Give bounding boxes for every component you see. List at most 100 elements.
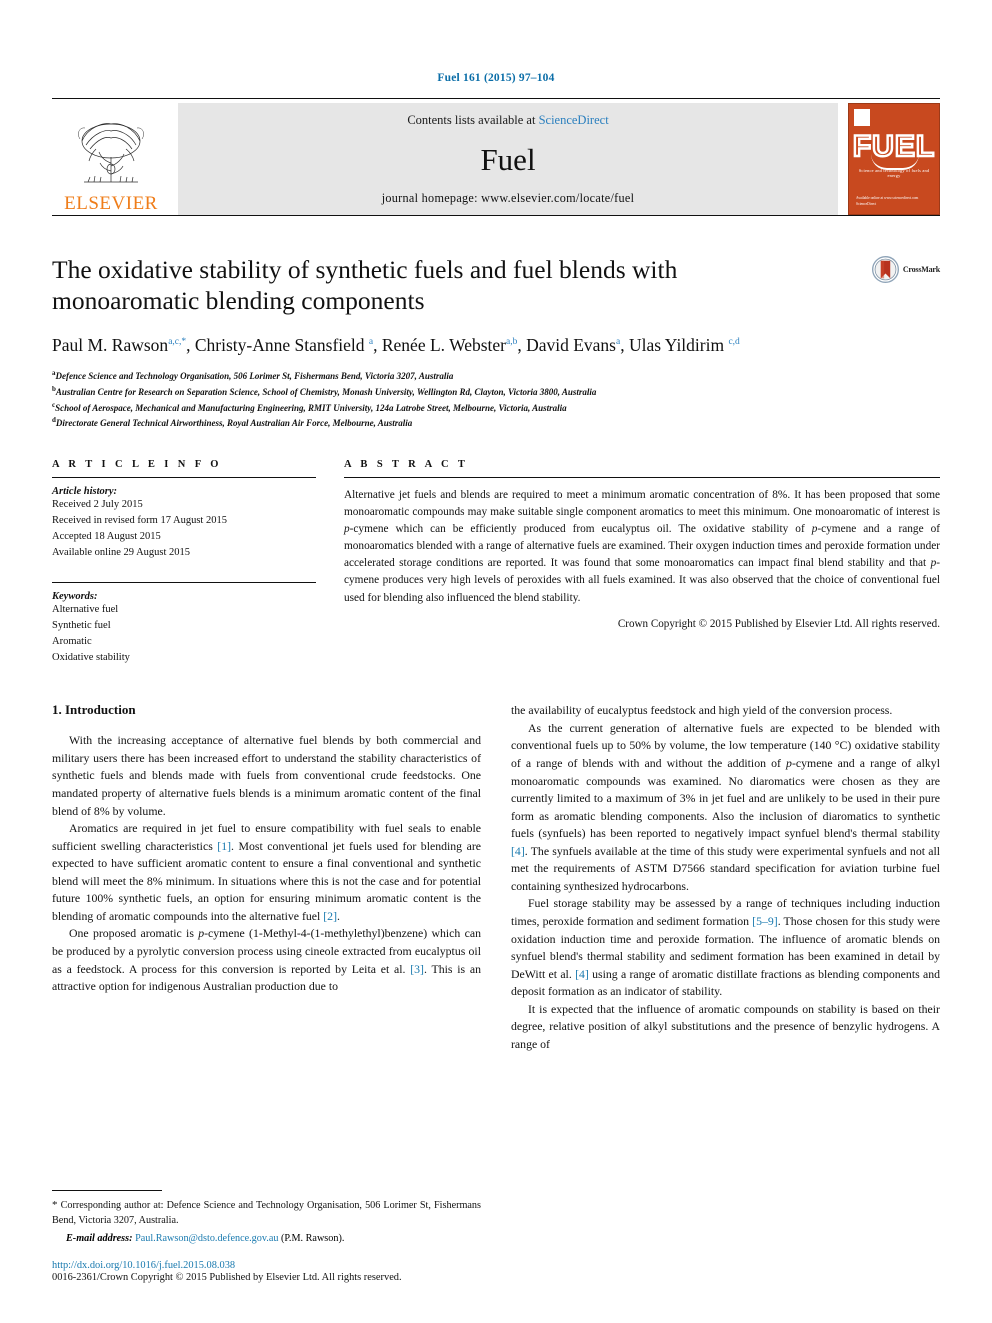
masthead-top-rule bbox=[52, 98, 940, 99]
paragraph-right-2: As the current generation of alternative… bbox=[511, 720, 940, 896]
affiliation-text: Defence Science and Technology Organisat… bbox=[55, 371, 454, 382]
contents-prefix: Contents lists available at bbox=[407, 113, 539, 127]
citation-ref-4b[interactable]: [4] bbox=[575, 967, 589, 981]
masthead-bottom-rule bbox=[52, 215, 940, 216]
citation-ref-4[interactable]: [4] bbox=[511, 844, 525, 858]
paragraph-right-4: It is expected that the influence of aro… bbox=[511, 1001, 940, 1051]
keywords-block: Keywords: Alternative fuel Synthetic fue… bbox=[52, 582, 316, 666]
title-block: The oxidative stability of synthetic fue… bbox=[52, 254, 940, 431]
article-page: Fuel 161 (2015) 97–104 ELSEVIER Contents… bbox=[0, 0, 992, 1323]
citation-ref-2[interactable]: [2] bbox=[323, 909, 337, 923]
history-received: Received 2 July 2015 bbox=[52, 498, 143, 510]
journal-title: Fuel bbox=[480, 142, 536, 177]
body-left-column: 1. Introduction With the increasing acce… bbox=[52, 702, 481, 1053]
doi-block: http://dx.doi.org/10.1016/j.fuel.2015.08… bbox=[52, 1260, 481, 1283]
history-online: Available online 29 August 2015 bbox=[52, 546, 191, 558]
author-affil-mark: a bbox=[368, 336, 374, 347]
cover-bottom-text: Available online at www.sciencedirect.co… bbox=[856, 196, 919, 206]
citation-ref-1[interactable]: [1] bbox=[217, 839, 231, 853]
cover-subtitle: Science and technology of fuels and ener… bbox=[858, 168, 930, 178]
elsevier-tree-icon bbox=[78, 123, 144, 183]
elsevier-logo: ELSEVIER bbox=[52, 103, 170, 215]
author-0: Paul M. Rawsona,c,* bbox=[52, 335, 186, 355]
affiliation-text: Directorate General Technical Airworthin… bbox=[55, 418, 413, 429]
author-name: Christy-Anne Stansfield bbox=[194, 334, 365, 355]
keyword-1: Synthetic fuel bbox=[52, 620, 111, 632]
affiliation-c: cSchool of Aerospace, Mechanical and Man… bbox=[52, 400, 940, 416]
history-accepted: Accepted 18 August 2015 bbox=[52, 530, 161, 542]
paragraph-right-1: the availability of eucalyptus feedstock… bbox=[511, 703, 893, 718]
running-head: Fuel 161 (2015) 97–104 bbox=[437, 72, 555, 84]
email-label: E-mail address: bbox=[66, 1233, 133, 1244]
page-title: The oxidative stability of synthetic fue… bbox=[52, 255, 678, 316]
author-list: Paul M. Rawsona,c,*, Christy-Anne Stansf… bbox=[52, 334, 740, 355]
article-info-heading: A R T I C L E I N F O bbox=[52, 458, 222, 470]
abstract-part-1: Alternative jet fuels and blends are req… bbox=[344, 488, 940, 518]
abstract-copyright: Crown Copyright © 2015 Published by Else… bbox=[617, 617, 940, 630]
issn-copyright-line: 0016-2361/Crown Copyright © 2015 Publish… bbox=[52, 1272, 402, 1283]
paragraph-left-3: One proposed aromatic is p-cymene (1-Met… bbox=[52, 925, 481, 995]
corresponding-author-text: Corresponding author at: Defence Science… bbox=[52, 1200, 481, 1227]
body-right-column: the availability of eucalyptus feedstock… bbox=[511, 702, 940, 1053]
citation-ref-3[interactable]: [3] bbox=[410, 962, 424, 976]
body-columns: 1. Introduction With the increasing acce… bbox=[52, 702, 940, 1053]
footnote-rule bbox=[52, 1190, 162, 1192]
article-info-rule bbox=[52, 476, 316, 478]
author-name: Paul M. Rawson bbox=[52, 334, 169, 355]
journal-cover-thumbnail: FUEL Science and technology of fuels and… bbox=[848, 103, 940, 215]
journal-homepage-link[interactable]: journal homepage: www.elsevier.com/locat… bbox=[382, 191, 635, 206]
author-3: David Evansa bbox=[526, 335, 620, 355]
affiliation-text: School of Aerospace, Mechanical and Manu… bbox=[55, 402, 567, 413]
masthead-center: Contents lists available at ScienceDirec… bbox=[178, 103, 838, 215]
page-footer: * Corresponding author at: Defence Scien… bbox=[52, 1190, 481, 1283]
elsevier-wordmark: ELSEVIER bbox=[64, 193, 158, 214]
email-note: E-mail address: Paul.Rawson@dsto.defence… bbox=[52, 1233, 481, 1244]
author-affil-mark: a,b bbox=[505, 336, 518, 347]
author-name: David Evans bbox=[526, 334, 616, 355]
affiliation-a: aDefence Science and Technology Organisa… bbox=[52, 368, 940, 384]
article-info-column: A R T I C L E I N F O Article history: R… bbox=[52, 459, 316, 667]
keyword-3: Oxidative stability bbox=[52, 652, 130, 664]
corresponding-author-note: * Corresponding author at: Defence Scien… bbox=[52, 1197, 481, 1229]
email-link[interactable]: Paul.Rawson@dsto.defence.gov.au bbox=[135, 1233, 278, 1244]
author-affil-mark: c,d bbox=[728, 336, 740, 347]
crossmark-icon bbox=[871, 256, 899, 283]
author-affil-mark: a,c,* bbox=[168, 336, 187, 347]
paragraph-right-3: Fuel storage stability may be assessed b… bbox=[511, 895, 940, 1000]
journal-masthead: ELSEVIER Contents lists available at Sci… bbox=[52, 103, 940, 215]
abstract-column: A B S T R A C T Alternative jet fuels an… bbox=[316, 459, 940, 667]
author-name: Ulas Yildirim bbox=[628, 334, 725, 355]
email-owner: (P.M. Rawson). bbox=[281, 1233, 345, 1244]
keywords-rule bbox=[52, 582, 316, 584]
article-history-label: Article history: bbox=[52, 485, 118, 497]
crossmark-badge[interactable]: CrossMark bbox=[871, 256, 940, 283]
author-1: Christy-Anne Stansfield a bbox=[195, 335, 373, 355]
section-heading-introduction: 1. Introduction bbox=[52, 702, 136, 718]
paragraph-text: . bbox=[337, 908, 340, 923]
affiliation-text: Australian Centre for Research on Separa… bbox=[55, 386, 597, 397]
abstract-heading: A B S T R A C T bbox=[344, 458, 469, 470]
abstract-rule bbox=[344, 476, 940, 478]
paragraph-left-1: With the increasing acceptance of altern… bbox=[52, 733, 481, 818]
abstract-part-2: -cymene which can be efficiently produce… bbox=[349, 522, 812, 535]
doi-link[interactable]: http://dx.doi.org/10.1016/j.fuel.2015.08… bbox=[52, 1260, 481, 1271]
keyword-0: Alternative fuel bbox=[52, 604, 119, 616]
sciencedirect-link[interactable]: ScienceDirect bbox=[539, 113, 609, 127]
author-name: Renée L. Webster bbox=[381, 334, 506, 355]
affiliation-list: aDefence Science and Technology Organisa… bbox=[52, 368, 940, 430]
author-4: Ulas Yildirim c,d bbox=[629, 335, 740, 355]
author-affil-mark: a bbox=[616, 336, 621, 347]
abstract-text: Alternative jet fuels and blends are req… bbox=[344, 487, 940, 607]
paragraph-text: . The synfuels available at the time of … bbox=[511, 843, 940, 893]
paragraph-left-2: Aromatics are required in jet fuel to en… bbox=[52, 820, 481, 925]
affiliation-b: bAustralian Centre for Research on Separ… bbox=[52, 384, 940, 400]
citation-ref-5-9[interactable]: [5–9] bbox=[752, 914, 778, 928]
author-2: Renée L. Webstera,b bbox=[382, 335, 517, 355]
cover-elsevier-mark-icon bbox=[854, 109, 870, 126]
history-revised: Received in revised form 17 August 2015 bbox=[52, 514, 227, 526]
crossmark-label: CrossMark bbox=[902, 265, 940, 274]
contents-list-line: Contents lists available at ScienceDirec… bbox=[407, 113, 608, 128]
affiliation-d: dDirectorate General Technical Airworthi… bbox=[52, 415, 940, 431]
keyword-2: Aromatic bbox=[52, 636, 92, 648]
paragraph-text: One proposed aromatic is bbox=[69, 926, 199, 941]
